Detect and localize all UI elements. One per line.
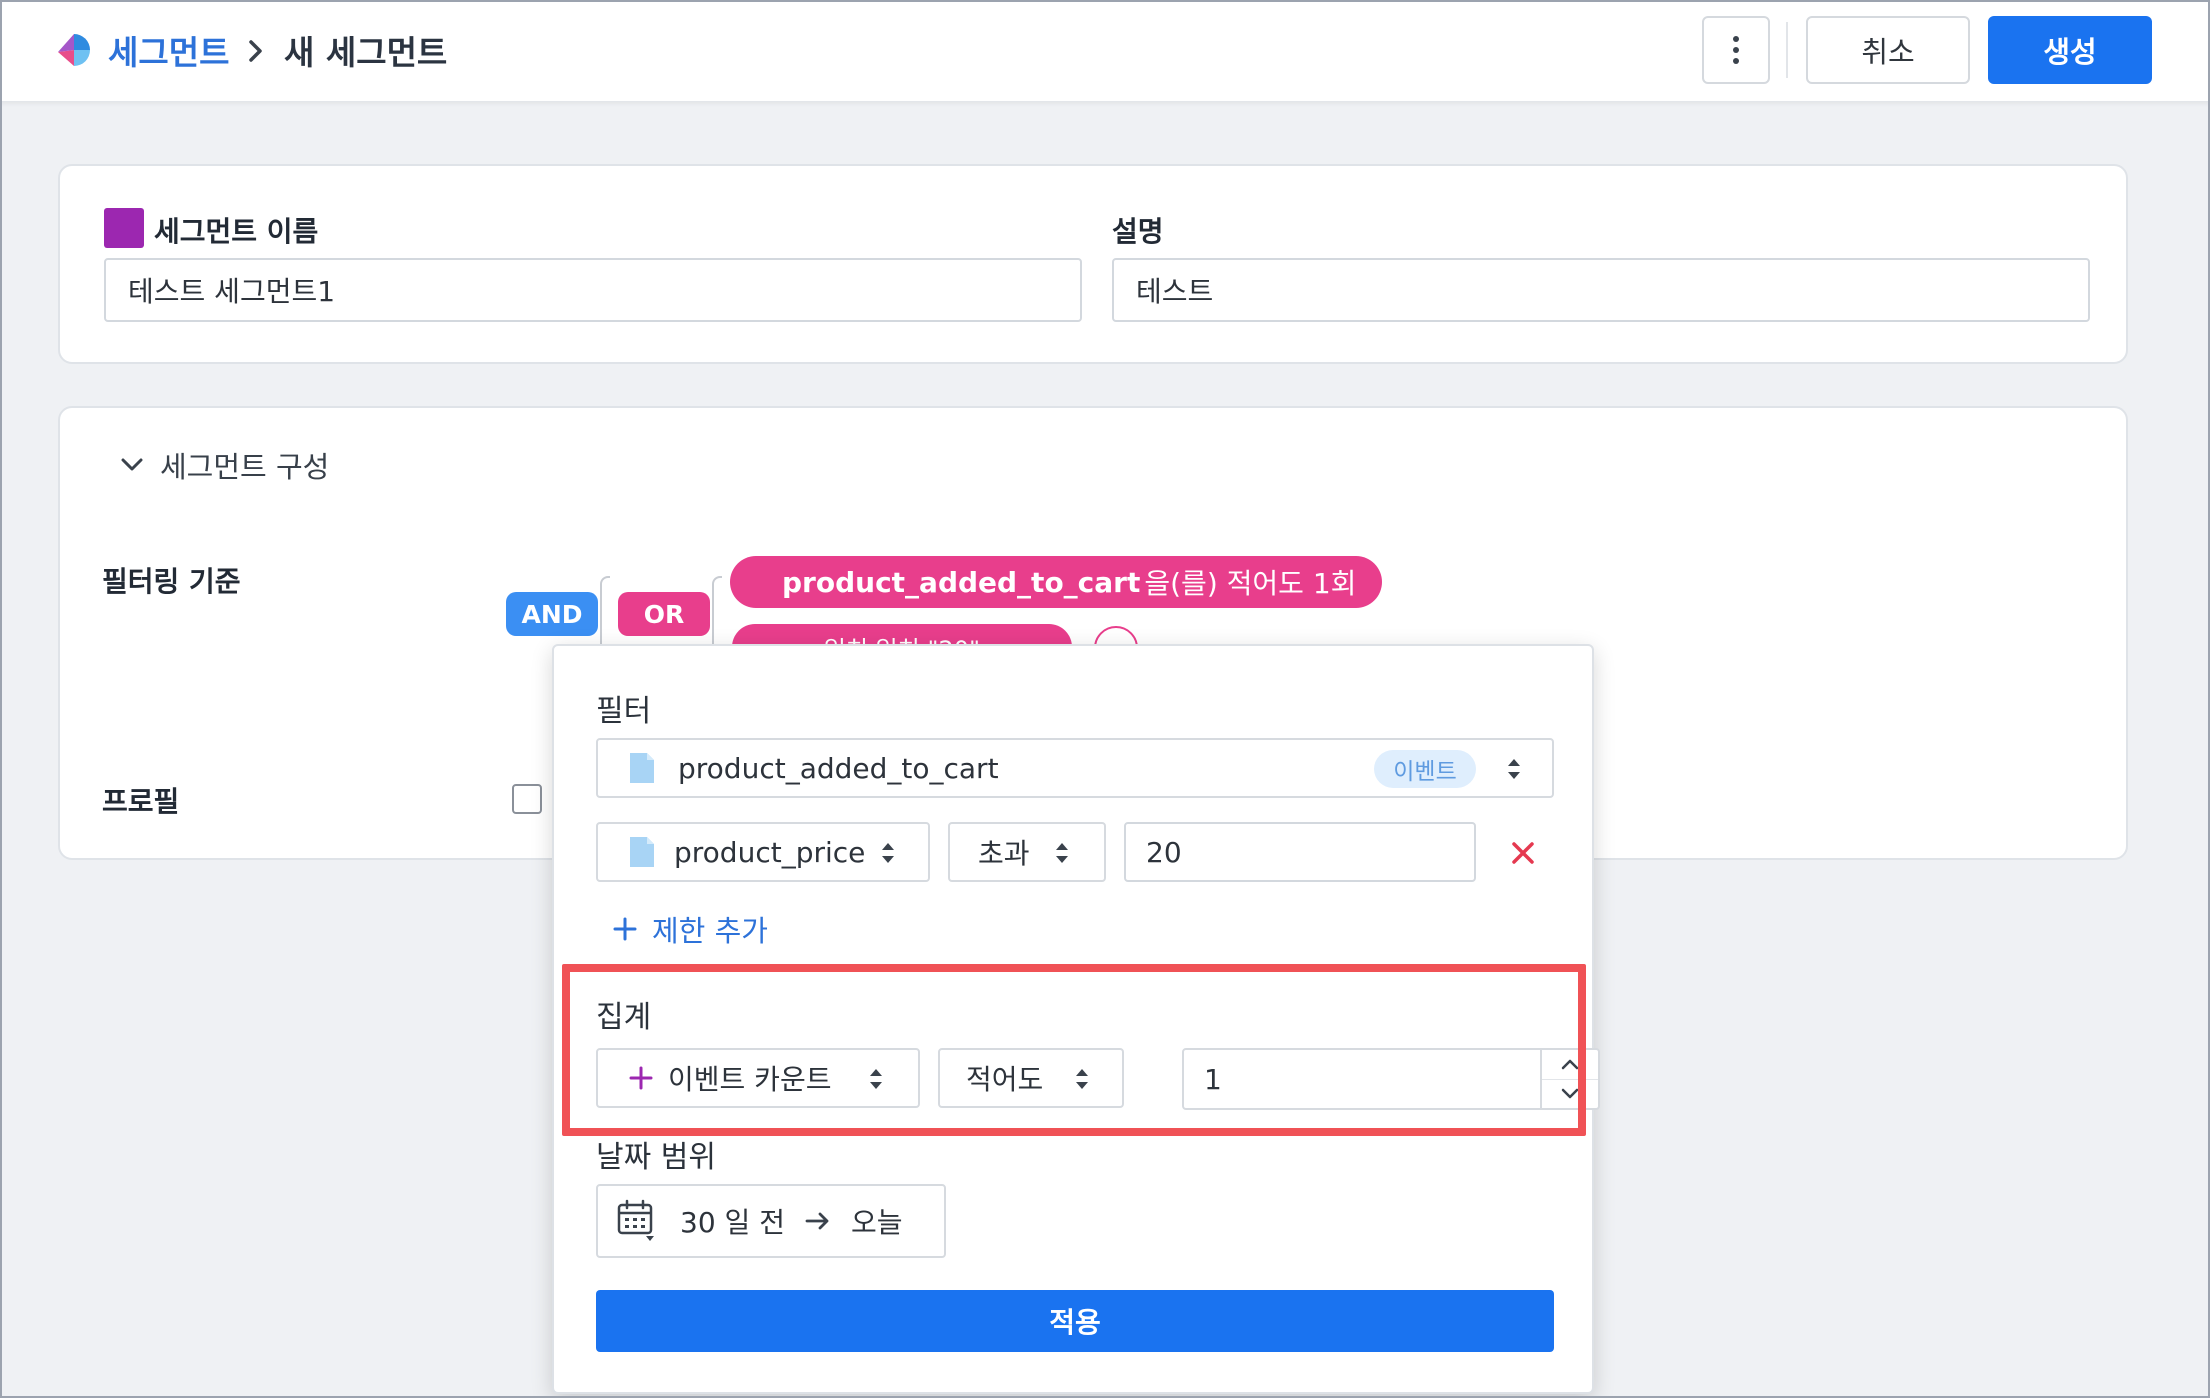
add-limit-button[interactable]: 제한 추가 — [612, 908, 768, 950]
segment-name-label: 세그먼트 이름 — [154, 215, 319, 248]
apply-button[interactable]: 적용 — [596, 1290, 1554, 1352]
aggregate-count-stepper[interactable]: 1 — [1182, 1048, 1600, 1110]
aggregate-type-value: 이벤트 카운트 — [668, 1063, 832, 1096]
and-bracket — [600, 576, 610, 652]
plus-icon — [629, 1066, 653, 1090]
property-file-icon — [630, 837, 654, 867]
property-name: product_price — [674, 835, 866, 869]
property-select[interactable]: product_price — [596, 822, 930, 882]
chevron-down-icon — [1561, 1088, 1579, 1098]
description-input[interactable]: 테스트 — [1112, 258, 2090, 322]
condition-pill[interactable]: product_added_to_cart 을(를) 적어도 1회 — [730, 556, 1382, 608]
segment-name-input[interactable]: 테스트 세그먼트1 — [104, 258, 1082, 322]
top-header: 세그먼트 새 세그먼트 취소 생성 — [0, 0, 2210, 102]
increment-button[interactable] — [1542, 1050, 1598, 1079]
chevron-right-icon — [249, 40, 262, 62]
event-file-icon — [630, 753, 654, 783]
segment-config-toggle[interactable]: 세그먼트 구성 — [120, 444, 329, 486]
page-title: 새 세그먼트 — [284, 33, 448, 72]
and-operator-pill[interactable]: AND — [506, 592, 598, 636]
sort-arrows-icon — [1056, 843, 1068, 863]
sort-arrows-icon — [870, 1069, 882, 1089]
add-limit-label: 제한 추가 — [652, 914, 768, 948]
description-label: 설명 — [1112, 215, 1164, 248]
date-to: 오늘 — [850, 1206, 903, 1239]
section-title: 세그먼트 구성 — [160, 450, 330, 484]
vertical-dots-icon — [1733, 36, 1739, 64]
aggregate-label: 집계 — [596, 1000, 652, 1035]
create-button[interactable]: 생성 — [1988, 16, 2152, 84]
more-options-button[interactable] — [1702, 16, 1770, 84]
sort-arrows-icon — [1508, 759, 1520, 779]
segment-color-picker[interactable] — [104, 208, 144, 248]
date-range-picker[interactable]: 30 일 전 오늘 — [596, 1184, 946, 1258]
operator-value: 초과 — [978, 837, 1030, 870]
filter-value-input[interactable]: 20 — [1124, 822, 1476, 882]
segment-info-card: 세그먼트 이름 테스트 세그먼트1 설명 테스트 — [58, 164, 2128, 364]
arrow-right-icon — [805, 1212, 829, 1230]
decrement-button[interactable] — [1542, 1078, 1598, 1109]
profile-label: 프로필 — [102, 785, 180, 818]
event-name: product_added_to_cart — [678, 751, 999, 785]
calendar-icon — [617, 1199, 654, 1241]
app-logo-icon — [58, 34, 90, 66]
or-operator-pill[interactable]: OR — [618, 592, 710, 636]
date-range-label: 날짜 범위 — [596, 1140, 716, 1175]
aggregate-operator-select[interactable]: 적어도 — [938, 1048, 1124, 1108]
cancel-button[interactable]: 취소 — [1806, 16, 1970, 84]
chevron-down-icon — [121, 458, 143, 471]
chevron-up-icon — [1561, 1060, 1579, 1070]
breadcrumb-segments-link[interactable]: 세그먼트 — [108, 26, 229, 74]
header-divider — [1786, 22, 1788, 78]
condition-event-name: product_added_to_cart — [782, 565, 1141, 599]
plus-icon — [613, 917, 637, 941]
event-select[interactable]: product_added_to_cart 이벤트 — [596, 738, 1554, 798]
event-type-badge: 이벤트 — [1374, 750, 1476, 788]
aggregate-operator-value: 적어도 — [966, 1063, 1044, 1096]
filter-label: 필터 — [596, 694, 652, 729]
filter-popover: 필터 product_added_to_cart 이벤트 product_pri… — [552, 644, 1600, 1394]
stepper-buttons — [1540, 1050, 1598, 1108]
aggregate-type-select[interactable]: 이벤트 카운트 — [596, 1048, 920, 1108]
date-from: 30 일 전 — [680, 1206, 785, 1239]
operator-select[interactable]: 초과 — [948, 822, 1106, 882]
remove-filter-icon[interactable] — [1508, 838, 1538, 868]
profile-checkbox[interactable] — [512, 784, 542, 814]
aggregate-count-value[interactable]: 1 — [1184, 1050, 1540, 1108]
condition-rest: 을(를) 적어도 1회 — [1144, 567, 1357, 600]
sort-arrows-icon — [882, 843, 894, 863]
sort-arrows-icon — [1076, 1069, 1088, 1089]
or-bracket — [712, 576, 722, 652]
filter-criteria-label: 필터링 기준 — [102, 565, 241, 598]
